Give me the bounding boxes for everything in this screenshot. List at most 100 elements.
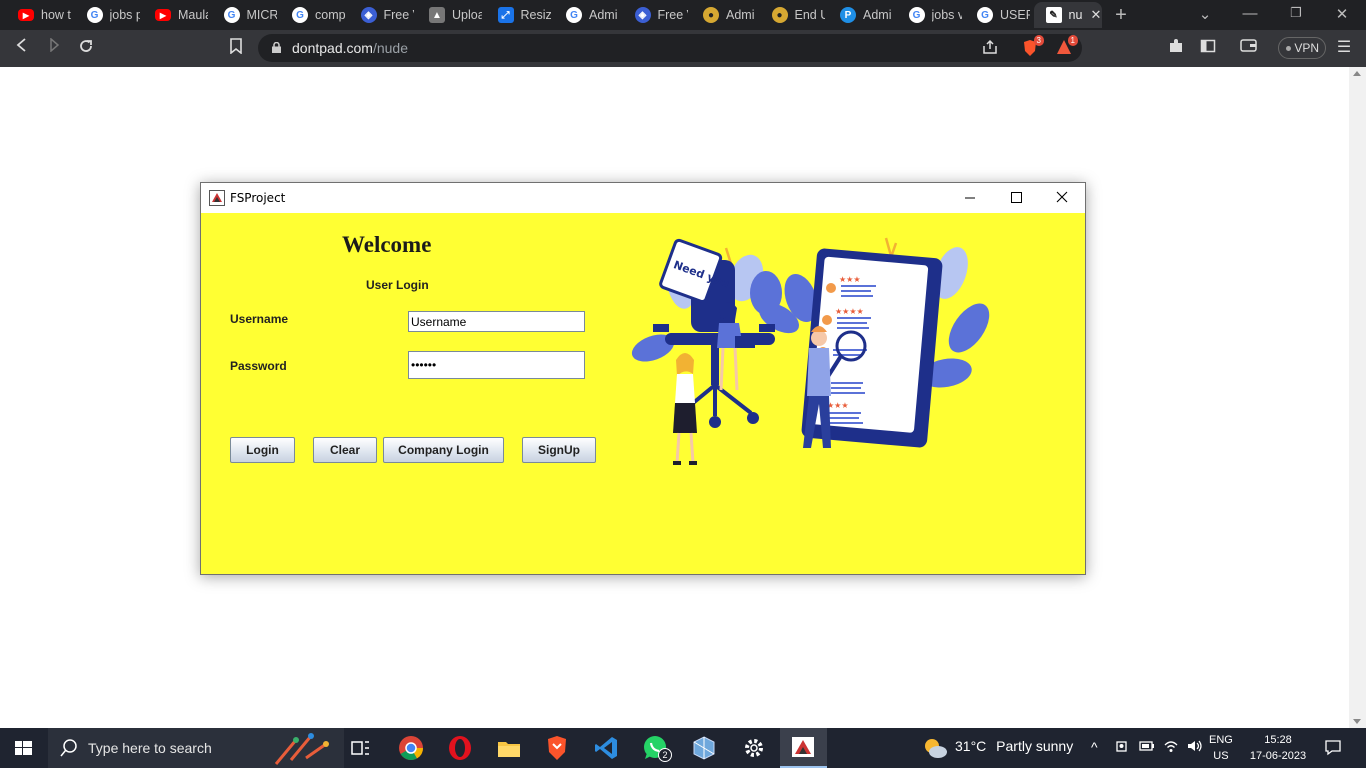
close-browser-button[interactable]: ✕ <box>1332 5 1352 23</box>
weather-desc: Partly sunny <box>996 738 1074 754</box>
address-bar[interactable]: dontpad.com/nude 3 1 <box>258 34 1082 62</box>
restore-browser-button[interactable]: ❐ <box>1286 5 1306 21</box>
windows-taskbar: Type here to search 2 31°C Partly sunny … <box>0 728 1366 768</box>
brave-browser-icon[interactable] <box>543 734 571 762</box>
settings-gear-icon[interactable] <box>740 734 768 762</box>
opera-icon[interactable] <box>446 734 474 762</box>
java-app-taskbar-icon[interactable] <box>780 728 827 768</box>
sidebar-icon[interactable] <box>1198 38 1218 58</box>
share-icon[interactable] <box>982 39 998 57</box>
volume-icon[interactable] <box>1186 739 1204 756</box>
reload-icon[interactable] <box>76 38 96 58</box>
company-login-button[interactable]: Company Login <box>383 437 504 463</box>
window-title-bar[interactable]: FSProject <box>201 183 1085 213</box>
google-icon: G <box>86 7 103 23</box>
browser-tab[interactable]: ◈ Free V <box>349 2 415 28</box>
upload-icon: ▲ <box>429 7 445 23</box>
browser-tab[interactable]: ✎ nu ✕ <box>1033 2 1102 28</box>
user-login-subtitle: User Login <box>366 278 429 292</box>
browser-tab[interactable]: ◈ Free V <box>623 2 689 28</box>
browser-tab[interactable]: ▶ Maula <box>143 2 209 28</box>
whatsapp-icon[interactable]: 2 <box>641 734 672 762</box>
password-label: Password <box>230 359 287 373</box>
google-icon: G <box>908 7 925 23</box>
system-clock[interactable]: 15:28 17-06-2023 <box>1246 732 1310 764</box>
lock-icon <box>272 42 281 53</box>
browser-tab[interactable]: ⤢ Resize <box>486 2 552 28</box>
tab-search-icon[interactable]: ⌄ <box>1195 5 1215 23</box>
back-icon[interactable] <box>12 38 32 58</box>
weather-widget[interactable]: 31°C Partly sunny <box>955 738 1073 754</box>
welcome-heading: Welcome <box>342 232 432 257</box>
browser-tab-label: Free V <box>657 8 688 22</box>
task-view-icon[interactable] <box>346 734 374 762</box>
meet-now-icon[interactable] <box>1115 739 1129 756</box>
page-scrollbar[interactable] <box>1349 67 1366 728</box>
taskbar-search-box[interactable]: Type here to search <box>48 728 344 768</box>
recruitment-illustration: ★★★ ★★★★ ★★★ Need you <box>631 237 990 465</box>
password-input[interactable] <box>408 351 585 379</box>
close-tab-icon[interactable]: ✕ <box>1091 7 1102 23</box>
browser-tab-label: End U <box>794 8 825 22</box>
menu-icon[interactable]: ☰ <box>1334 38 1354 58</box>
woman-on-chair <box>717 302 755 391</box>
clear-button[interactable]: Clear <box>313 437 377 463</box>
browser-tab[interactable]: ● End U <box>760 2 826 28</box>
browser-tab[interactable]: ● Admi <box>691 2 757 28</box>
vscode-icon[interactable] <box>592 734 620 762</box>
browser-tab[interactable]: ▲ Uploa <box>417 2 483 28</box>
svg-text:★★★★: ★★★★ <box>835 307 864 316</box>
standing-woman <box>673 353 697 465</box>
extensions-icon[interactable] <box>1166 38 1186 58</box>
pcloud-icon: P <box>840 7 856 23</box>
minimize-browser-button[interactable]: — <box>1240 5 1260 22</box>
dontpad-icon: ✎ <box>1045 7 1062 23</box>
browser-tab[interactable]: G Admi <box>554 2 620 28</box>
chevron-up-icon[interactable]: ^ <box>1091 739 1098 755</box>
google-icon: G <box>566 7 582 23</box>
battery-icon[interactable] <box>1139 739 1155 756</box>
username-input[interactable] <box>408 311 585 332</box>
wifi-icon[interactable] <box>1163 739 1179 756</box>
wallet-icon[interactable] <box>1238 38 1258 58</box>
bookmark-icon[interactable] <box>226 38 246 58</box>
shield-icon: ◈ <box>634 7 651 23</box>
user-badge-icon: ● <box>703 7 719 23</box>
brave-shield-icon[interactable]: 3 <box>1022 35 1044 57</box>
browser-tab[interactable]: G USERS <box>965 2 1031 28</box>
scroll-up-icon[interactable] <box>1353 71 1361 76</box>
language-indicator[interactable]: ENG US <box>1209 732 1233 764</box>
virtualbox-icon[interactable] <box>690 734 718 762</box>
clock-time: 15:28 <box>1264 734 1292 746</box>
browser-tab[interactable]: G MICR <box>212 2 278 28</box>
browser-tab[interactable]: ▶ how t <box>6 2 72 28</box>
browser-tab[interactable]: P Admi <box>828 2 894 28</box>
start-button[interactable] <box>0 728 48 768</box>
window-maximize-button[interactable] <box>993 183 1039 213</box>
browser-tab[interactable]: Gjobs v <box>897 2 963 28</box>
url-text: dontpad.com/nude <box>292 40 408 56</box>
shield-icon: ◈ <box>360 7 377 23</box>
vpn-button[interactable]: VPN <box>1278 37 1326 59</box>
forward-icon[interactable] <box>44 37 64 58</box>
file-explorer-icon[interactable] <box>495 734 523 762</box>
brave-rewards-icon[interactable]: 1 <box>1056 35 1078 57</box>
browser-tab[interactable]: Gcomp <box>280 2 346 28</box>
chrome-icon[interactable] <box>397 734 425 762</box>
signup-button[interactable]: SignUp <box>522 437 596 463</box>
login-button[interactable]: Login <box>230 437 295 463</box>
browser-tab[interactable]: Gjobs p <box>75 2 141 28</box>
browser-tab-label: jobs p <box>109 8 140 22</box>
search-placeholder: Type here to search <box>88 740 212 756</box>
weather-partly-sunny-icon <box>925 739 947 758</box>
window-minimize-button[interactable] <box>947 183 993 213</box>
login-panel: Welcome User Login Username Password Log… <box>201 213 1085 574</box>
new-tab-button[interactable]: + <box>1111 4 1131 27</box>
browser-toolbar: dontpad.com/nude 3 1 VPN ☰ <box>0 30 1366 67</box>
browser-tab-label: Admi <box>863 8 892 22</box>
search-icon <box>60 739 77 757</box>
scroll-down-icon[interactable] <box>1353 719 1361 724</box>
notifications-icon[interactable] <box>1324 738 1342 759</box>
youtube-icon: ▶ <box>18 9 34 21</box>
window-close-button[interactable] <box>1039 183 1085 213</box>
